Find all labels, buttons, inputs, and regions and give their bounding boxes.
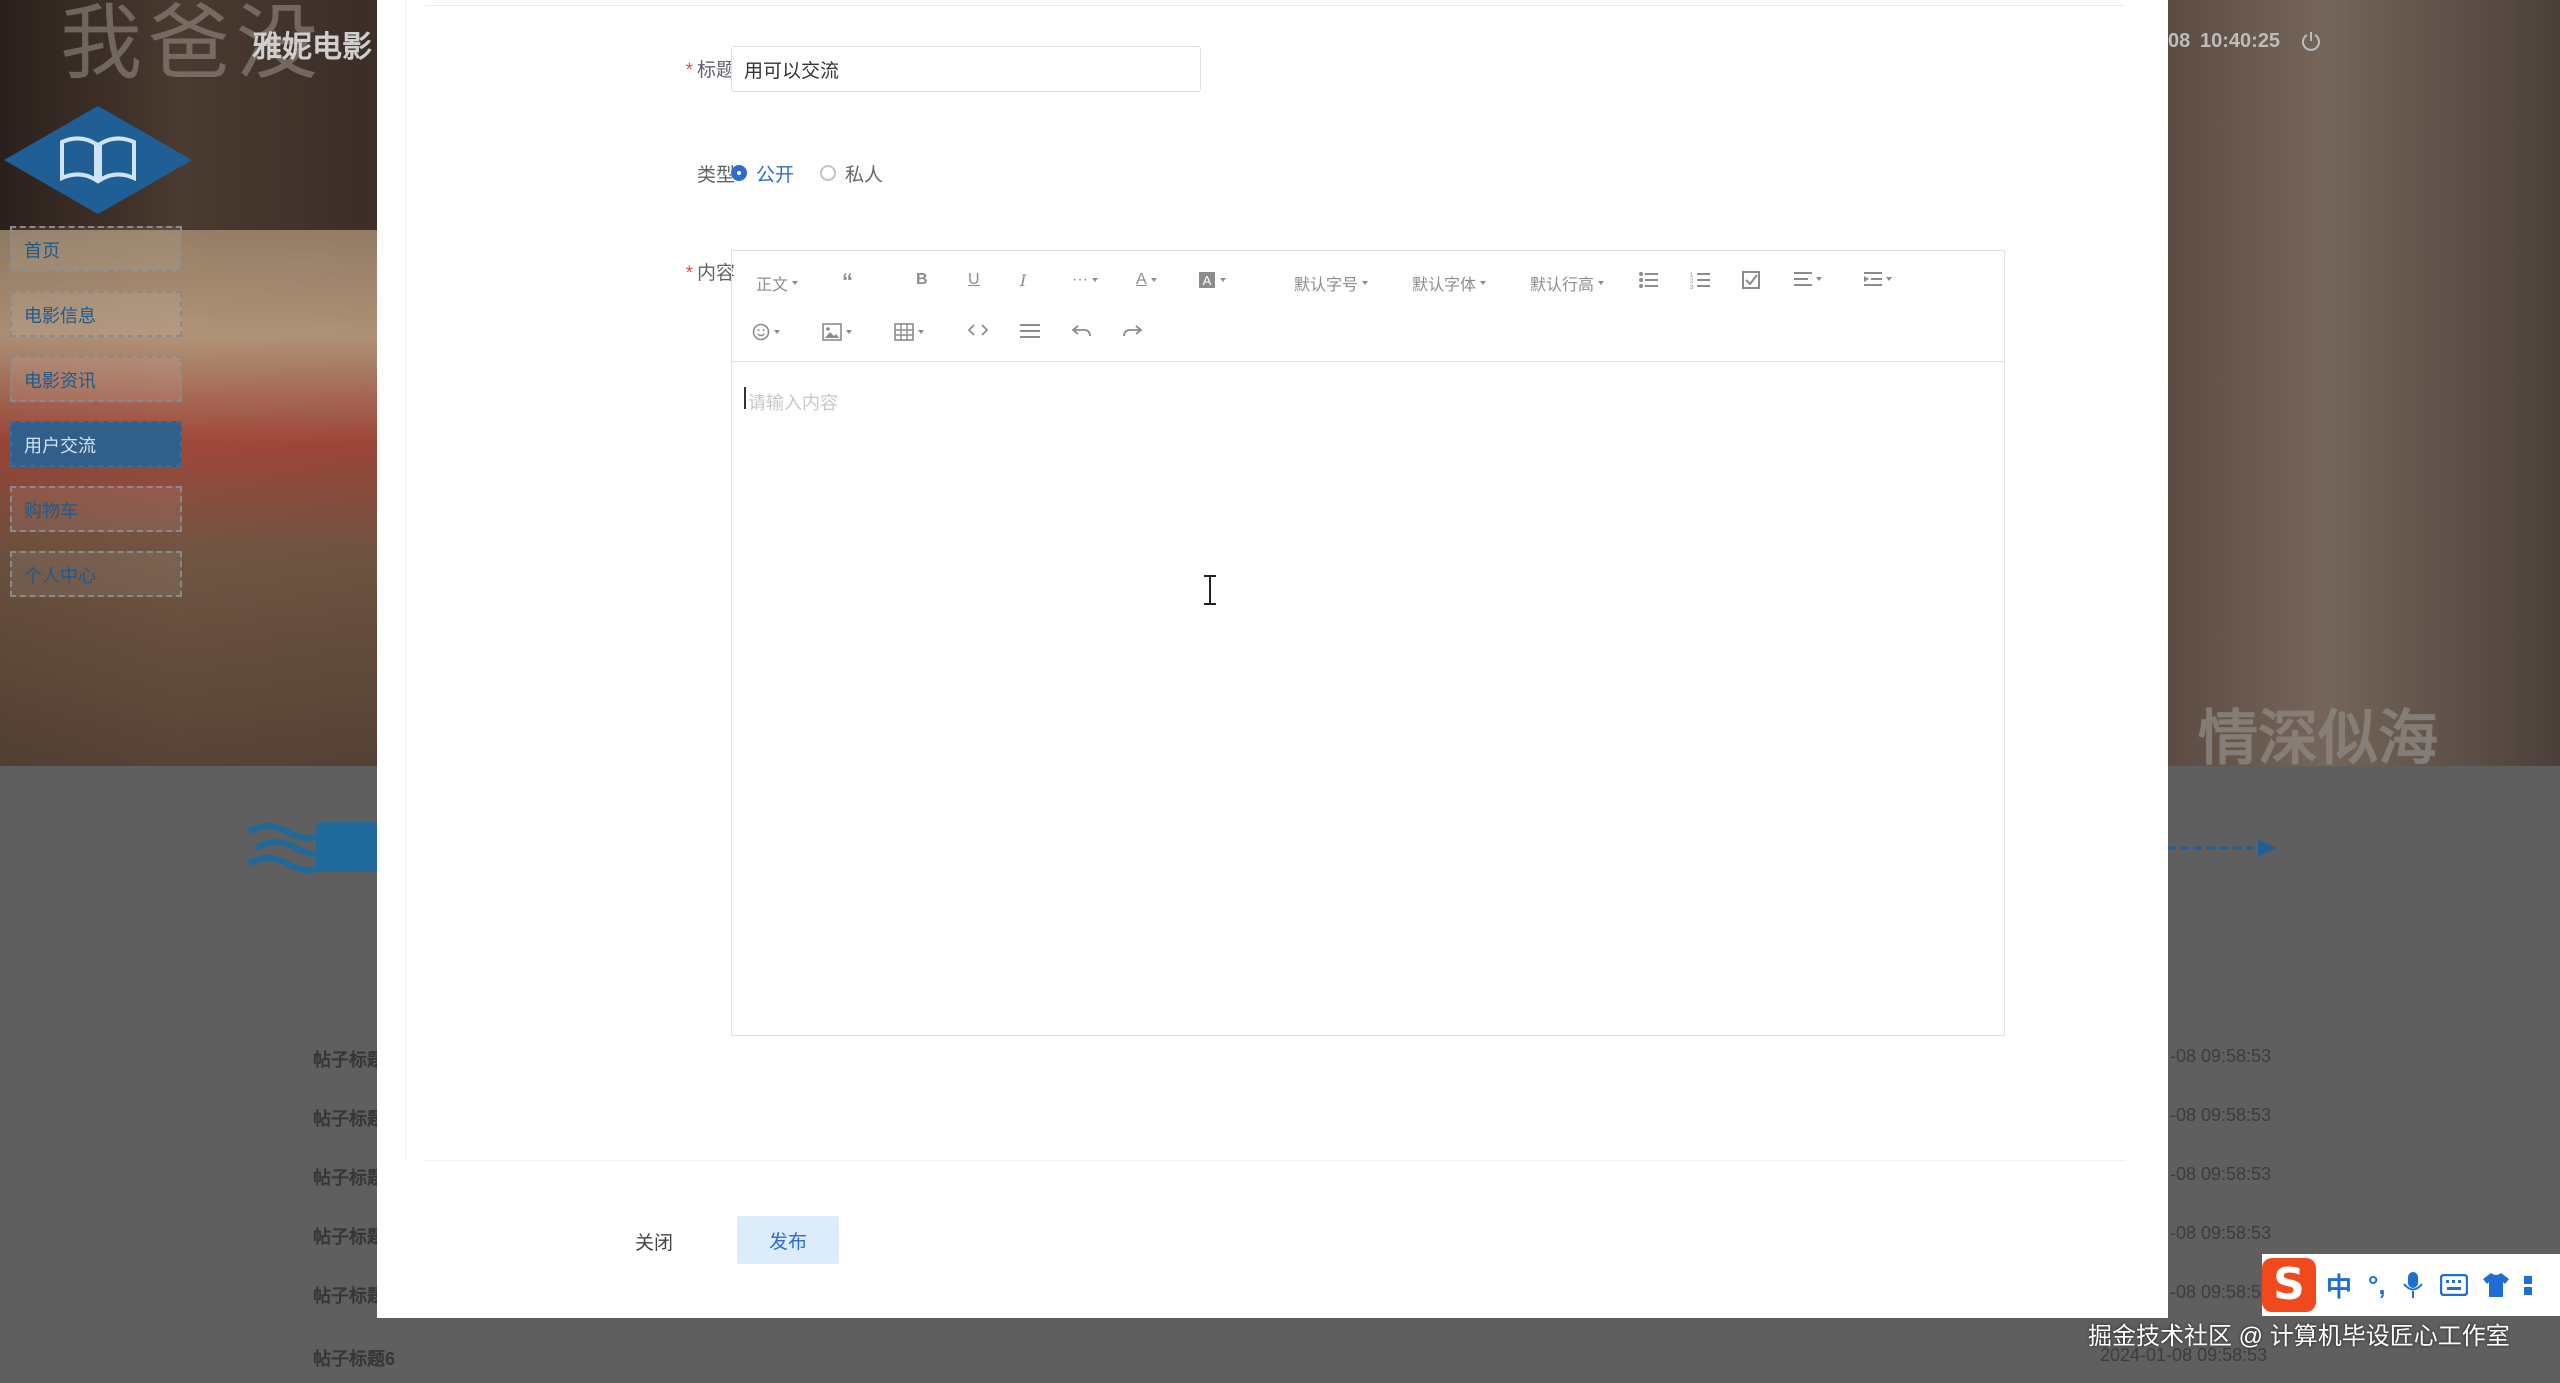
keyboard-icon[interactable] (2439, 1274, 2468, 1296)
ime-toolbar: S 中 °, (2262, 1254, 2560, 1316)
editor-placeholder: 请输入内容 (748, 393, 838, 413)
justify-icon[interactable] (1794, 271, 1822, 287)
svg-text:3: 3 (1690, 285, 1694, 289)
font-size-select[interactable]: 默认字号 (1294, 271, 1369, 295)
main-nav: 首页 电影信息 电影资讯 用户交流 购物车 个人中心 (10, 226, 182, 616)
clock-text: 10:40:25 (2200, 30, 2281, 52)
list-item: 帖子标题 (313, 1286, 385, 1306)
list-item-date: -08 09:58:53 (2170, 1046, 2272, 1066)
font-color-icon[interactable]: A (1136, 271, 1157, 289)
type-label: 类型 (696, 165, 735, 186)
more-style-icon[interactable]: ··· (1072, 271, 1098, 289)
post-date-list: -08 09:58:53 -08 09:58:53 -08 09:58:53 -… (2170, 1046, 2271, 1341)
list-item: 帖子标题 (313, 1109, 385, 1129)
nav-item-profile[interactable]: 个人中心 (10, 551, 182, 597)
list-item-date: -08 09:58:53 (2170, 1164, 2272, 1184)
divider (425, 1160, 2125, 1161)
list-item: 帖子标题 (313, 1227, 385, 1247)
ime-chinese-mode[interactable]: 中 (2326, 1267, 2352, 1304)
book-logo-icon (4, 106, 192, 214)
nav-item-home[interactable]: 首页 (10, 226, 182, 272)
publish-button[interactable]: 发布 (737, 1216, 839, 1264)
list-item-date: -08 09:58:53 (2170, 1105, 2272, 1125)
image-icon[interactable] (822, 323, 852, 341)
underline-icon[interactable]: U (968, 271, 980, 289)
sogou-logo-icon[interactable]: S (2262, 1258, 2316, 1312)
list-item: 帖子标题6 (313, 1349, 396, 1369)
divider (405, 0, 406, 1160)
close-button[interactable]: 关闭 (625, 1218, 684, 1264)
quote-icon[interactable]: “ (842, 269, 853, 295)
editor-content-area[interactable]: 请输入内容 (732, 361, 2004, 1035)
code-icon[interactable] (968, 323, 988, 337)
power-icon[interactable] (2300, 30, 2322, 52)
bold-icon[interactable]: B (916, 271, 928, 289)
date-fragment: 08 (2168, 30, 2191, 52)
punctuation-icon[interactable]: °, (2368, 1270, 2386, 1301)
ibeam-cursor-icon (1204, 575, 1216, 605)
radio-unchecked-icon (820, 165, 837, 181)
font-family-select[interactable]: 默认字体 (1412, 271, 1487, 295)
svg-text:A: A (1203, 273, 1212, 288)
skin-icon[interactable] (2482, 1272, 2510, 1298)
indent-icon[interactable] (1864, 271, 1892, 287)
title-label: * 标题 (685, 60, 735, 81)
list-item-date: 2024-01-08 09:58:53 (2100, 1345, 2268, 1365)
post-dialog: *标题 类型 公开 私人 *内容 正文 “ B U I ··· A A 默认字号… (377, 0, 2168, 1318)
menu-grid-icon[interactable] (2522, 1272, 2532, 1298)
todo-icon[interactable] (1742, 271, 1760, 289)
redo-icon[interactable] (1122, 323, 1142, 339)
site-title: 雅妮电影 (252, 31, 372, 64)
type-radio-group: 公开 私人 (731, 160, 909, 186)
paragraph-select[interactable]: 正文 (756, 271, 799, 295)
list-item-date: -08 09:58:53 (2170, 1223, 2272, 1243)
microphone-icon[interactable] (2402, 1271, 2424, 1299)
divider-line-icon[interactable] (1020, 323, 1040, 339)
line-height-select[interactable]: 默认行高 (1530, 271, 1605, 295)
emoji-icon[interactable] (752, 323, 780, 341)
editor-toolbar: 正文 “ B U I ··· A A 默认字号 默认字体 默认行高 123 (732, 251, 2004, 362)
rich-text-editor: 正文 “ B U I ··· A A 默认字号 默认字体 默认行高 123 请输… (731, 250, 2005, 1036)
required-mark: * (685, 60, 693, 81)
table-icon[interactable] (894, 323, 924, 341)
background-color-icon[interactable]: A (1198, 271, 1226, 289)
numbered-list-icon[interactable]: 123 (1690, 271, 1710, 289)
list-item: 帖子标题 (313, 1168, 385, 1188)
italic-icon[interactable]: I (1020, 271, 1026, 290)
nav-item-movies[interactable]: 电影信息 (10, 291, 182, 337)
nav-item-cart[interactable]: 购物车 (10, 486, 182, 532)
banner-right-image (2168, 0, 2560, 766)
undo-icon[interactable] (1072, 323, 1092, 339)
text-cursor (744, 387, 746, 409)
banner-slogan: 情深似海 (2198, 704, 2438, 774)
list-item: 帖子标题 (313, 1050, 385, 1070)
nav-item-forum[interactable]: 用户交流 (10, 421, 182, 467)
divider (425, 5, 2125, 6)
nav-item-news[interactable]: 电影资讯 (10, 356, 182, 402)
content-label: * 内容 (685, 263, 735, 284)
radio-public[interactable]: 公开 (731, 160, 794, 187)
radio-checked-icon (731, 165, 747, 181)
radio-private[interactable]: 私人 (820, 160, 883, 187)
arrow-right-icon (2168, 839, 2276, 857)
bullet-list-icon[interactable] (1638, 271, 1658, 289)
post-title-list: 帖子标题 帖子标题 帖子标题 帖子标题 帖子标题 (313, 1046, 385, 1341)
required-mark: * (685, 263, 693, 284)
title-input[interactable] (731, 46, 1201, 92)
